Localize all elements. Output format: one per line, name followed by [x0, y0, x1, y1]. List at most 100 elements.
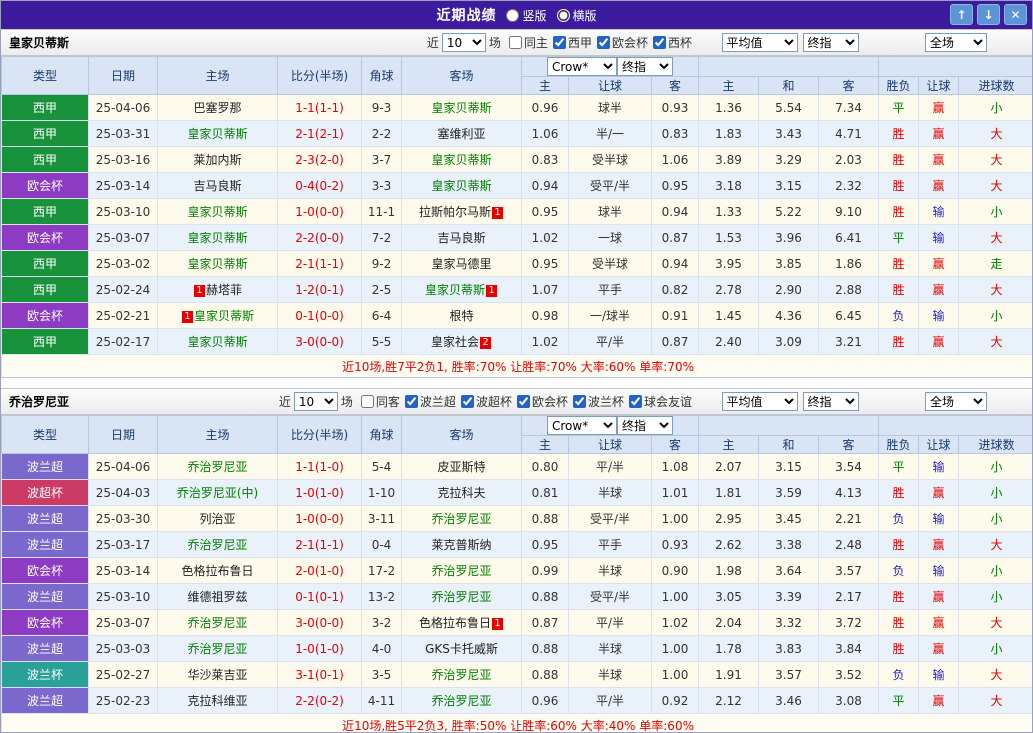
column-header: 主场	[157, 56, 278, 95]
score-cell: 2-3(2-0)	[277, 146, 362, 173]
handicap-result-cell: 赢	[918, 328, 960, 355]
euro-home-odds: 1.83	[698, 120, 760, 147]
euro-home-odds: 1.81	[698, 479, 760, 506]
same-venue-checkbox[interactable]: 同主	[508, 34, 548, 51]
goals-result-cell: 大	[958, 120, 1032, 147]
match-filters: 近 10 场 同客 波兰超 波超杯 欧会杯 波兰杯 球会友谊	[276, 392, 692, 411]
date-cell: 25-03-10	[88, 198, 158, 225]
handicap-result-cell: 输	[918, 661, 960, 688]
match-count-select[interactable]: 10	[293, 392, 338, 411]
column-header: 主	[521, 435, 569, 454]
goals-result-cell: 小	[958, 479, 1032, 506]
column-header: 客场	[401, 56, 522, 95]
competition-checkbox-label: 波兰杯	[587, 395, 624, 409]
goals-result-cell: 小	[958, 557, 1032, 584]
score-cell: 1-0(1-0)	[277, 479, 362, 506]
competition-checkbox-input[interactable]	[552, 36, 566, 49]
layout-radio-vertical[interactable]: 竖版	[506, 7, 547, 24]
date-cell: 25-02-27	[88, 661, 158, 688]
same-venue-checkbox-label: 同主	[523, 36, 548, 50]
layout-radio-vertical-input[interactable]	[506, 8, 520, 22]
score-cell: 2-0(1-0)	[277, 557, 362, 584]
handicap-home-odds: 0.96	[521, 94, 569, 121]
odds-kind-select[interactable]: 终指	[617, 57, 673, 76]
average-kind-select[interactable]: 终指	[802, 33, 859, 52]
competition-checkbox[interactable]: 波兰杯	[572, 393, 624, 410]
date-cell: 25-02-21	[88, 302, 158, 329]
column-header: 客	[818, 435, 880, 454]
same-venue-checkbox-input[interactable]	[508, 36, 522, 49]
match-row: 西甲 25-03-31 皇家贝蒂斯 2-1(2-1) 2-2 塞维利亚 1.06 半/一 0.8…	[1, 120, 1032, 147]
league-cell: 波兰超	[1, 583, 89, 610]
competition-checkbox[interactable]: 波兰超	[404, 393, 456, 410]
odds-company-select[interactable]: Crow*	[547, 416, 617, 435]
column-header: 让球	[918, 76, 960, 95]
team-name: 乔治罗尼亚	[431, 668, 492, 682]
away-team-cell: 乔治罗尼亚	[401, 687, 522, 714]
same-venue-checkbox-input[interactable]	[360, 395, 374, 408]
team-name: 色格拉布鲁日	[181, 564, 254, 578]
average-select[interactable]: 平均值	[721, 33, 798, 52]
match-filters: 近 10 场 同主 西甲 欧会杯 西杯	[424, 33, 692, 52]
competition-checkbox-input[interactable]	[652, 36, 666, 49]
competition-checkbox-label: 波兰超	[419, 395, 456, 409]
competition-checkbox[interactable]: 欧会杯	[596, 34, 648, 51]
layout-radio-horizontal-input[interactable]	[556, 8, 570, 22]
move-down-button[interactable]: ↓	[977, 4, 1000, 25]
handicap-home-odds: 0.94	[521, 172, 569, 199]
summary-row: 近10场,胜5平2负3, 胜率:50% 让胜率:60% 大率:40% 单率:60…	[1, 713, 1032, 732]
layout-radio-horizontal[interactable]: 横版	[556, 7, 597, 24]
handicap-away-odds: 1.06	[650, 146, 700, 173]
handicap-away-odds: 0.87	[650, 224, 700, 251]
competition-checkbox-input[interactable]	[572, 395, 586, 408]
goals-result-cell: 大	[958, 661, 1032, 688]
handicap-line: 一球	[568, 224, 652, 251]
competition-checkbox[interactable]: 球会友谊	[628, 393, 692, 410]
match-row: 波兰超 25-02-23 克拉科维亚 2-2(0-2) 4-11 乔治罗尼亚 0.96 平/半…	[1, 687, 1032, 714]
competition-checkbox-input[interactable]	[596, 36, 610, 49]
away-team-cell: 塞维利亚	[401, 120, 522, 147]
competition-checkbox[interactable]: 西甲	[552, 34, 592, 51]
team-name: 吉马良斯	[193, 179, 242, 193]
competition-checkbox-input[interactable]	[404, 395, 418, 408]
league-cell: 欧会杯	[1, 302, 89, 329]
column-header: 进球数	[958, 76, 1032, 95]
competition-checkbox-input[interactable]	[460, 395, 474, 408]
match-count-select[interactable]: 10	[441, 33, 486, 52]
odds-company-select[interactable]: Crow*	[547, 57, 617, 76]
home-team-cell: 皇家贝蒂斯	[157, 250, 278, 277]
handicap-result-cell: 赢	[918, 120, 960, 147]
move-up-button[interactable]: ↑	[950, 4, 973, 25]
column-header: 客	[650, 435, 700, 454]
match-outcome-cell: 负	[878, 661, 920, 688]
handicap-away-odds: 1.00	[650, 635, 700, 662]
competition-checkbox[interactable]: 欧会杯	[516, 393, 568, 410]
goals-result-cell: 小	[958, 505, 1032, 532]
corner-cell: 4-11	[361, 687, 402, 714]
match-outcome-cell: 胜	[878, 250, 920, 277]
competition-checkbox-input[interactable]	[628, 395, 642, 408]
same-venue-checkbox[interactable]: 同客	[360, 393, 400, 410]
euro-away-odds: 3.72	[818, 609, 880, 636]
odds-kind-select[interactable]: 终指	[617, 416, 673, 435]
average-kind-select[interactable]: 终指	[802, 392, 859, 411]
goals-result-cell: 大	[958, 609, 1032, 636]
match-outcome-cell: 胜	[878, 609, 920, 636]
league-cell: 西甲	[1, 198, 89, 225]
competition-checkbox[interactable]: 波超杯	[460, 393, 512, 410]
average-select[interactable]: 平均值	[721, 392, 798, 411]
home-team-cell: 巴塞罗那	[157, 94, 278, 121]
competition-checkbox-label: 球会友谊	[643, 395, 692, 409]
scope-select[interactable]: 全场	[925, 392, 987, 411]
date-cell: 25-02-17	[88, 328, 158, 355]
team-name: 皇家社会	[430, 335, 479, 349]
handicap-result-cell: 赢	[918, 687, 960, 714]
close-button[interactable]: ✕	[1004, 4, 1027, 25]
euro-home-odds: 2.78	[698, 276, 760, 303]
competition-checkbox-input[interactable]	[516, 395, 530, 408]
handicap-result-cell: 输	[918, 505, 960, 532]
scope-select[interactable]: 全场	[925, 33, 987, 52]
home-team-cell: 维德祖罗兹	[157, 583, 278, 610]
home-team-cell: 克拉科维亚	[157, 687, 278, 714]
competition-checkbox[interactable]: 西杯	[652, 34, 692, 51]
